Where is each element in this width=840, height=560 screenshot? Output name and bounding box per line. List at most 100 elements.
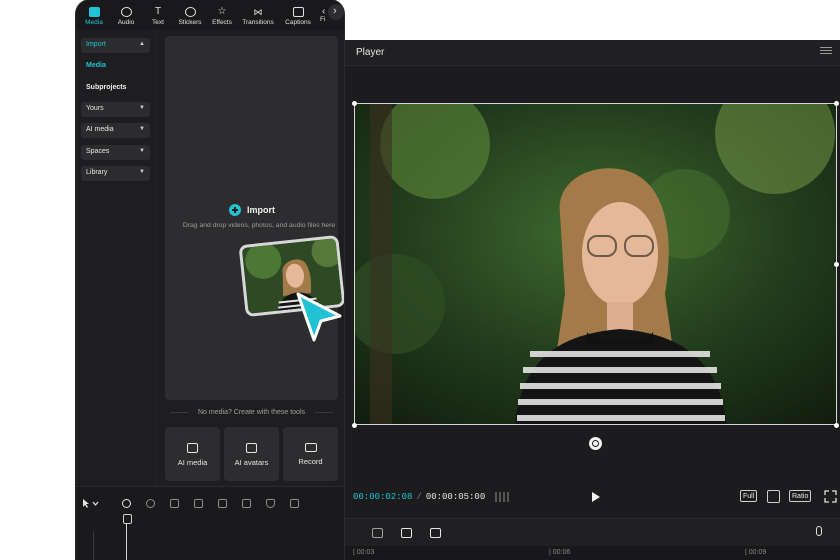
- ruler-mark: | 00:03: [353, 549, 375, 556]
- ai-avatars-tool-button[interactable]: AI avatars: [224, 427, 279, 481]
- tab-audio[interactable]: Audio: [110, 0, 142, 30]
- record-icon: [304, 443, 317, 452]
- microphone-icon[interactable]: [816, 526, 822, 536]
- play-icon[interactable]: [592, 492, 600, 502]
- record-tool-button[interactable]: Record: [283, 427, 338, 481]
- sidebar-item-ai-media[interactable]: AI media ▼: [81, 123, 150, 138]
- delete-icon[interactable]: [242, 499, 251, 508]
- drag-drop-hint: Drag and drop videos, photos, and audio …: [182, 222, 336, 229]
- audio-icon: [120, 7, 132, 17]
- waveform-icon: [495, 492, 512, 502]
- sidebar-item-label: Yours: [86, 105, 104, 112]
- sidebar-item-media[interactable]: Media: [86, 62, 106, 69]
- effects-icon: ☆: [217, 6, 227, 17]
- scroll-tabs-button[interactable]: [328, 4, 344, 20]
- chevron-down-icon: ▼: [139, 148, 145, 154]
- sidebar-item-label: Import: [86, 41, 106, 48]
- media-icon: [88, 7, 100, 17]
- ai-avatar-icon[interactable]: [430, 528, 441, 538]
- tab-media[interactable]: Media: [78, 0, 110, 30]
- playhead[interactable]: [123, 514, 132, 560]
- timeline-toolbar: [76, 486, 344, 560]
- redo-icon[interactable]: [146, 499, 155, 508]
- timeline-toolbar: [343, 518, 840, 546]
- current-time: 00:00:02:08: [353, 492, 413, 502]
- tab-stickers[interactable]: Stickers: [174, 0, 206, 30]
- drag-cursor-icon: [296, 292, 342, 342]
- tab-label: Effects: [212, 19, 232, 26]
- fullscreen-icon[interactable]: [824, 490, 837, 503]
- tool-label: Record: [298, 457, 323, 466]
- total-time: 00:00:05:00: [425, 492, 486, 502]
- shield-icon[interactable]: [266, 499, 275, 508]
- tab-transitions[interactable]: ⋈ Transitions: [238, 0, 278, 30]
- rotate-icon[interactable]: [589, 437, 602, 450]
- tool-label: AI media: [177, 458, 208, 467]
- chevron-down-icon: ▼: [139, 105, 145, 111]
- portrait-frame: [355, 104, 836, 424]
- resize-handle[interactable]: [352, 101, 357, 106]
- sidebar-item-subprojects[interactable]: Subprojects: [86, 84, 126, 91]
- ai-media-icon: [187, 443, 198, 453]
- chevron-down-icon: ▼: [139, 126, 145, 132]
- import-label: Import: [247, 205, 275, 215]
- full-button[interactable]: Full: [740, 490, 758, 502]
- player-title: Player: [356, 47, 385, 58]
- resize-handle[interactable]: [834, 262, 839, 267]
- player-window: Player 00:00:02:08 / 00:00:05:00 Full Ra…: [343, 40, 840, 560]
- stickers-icon: [184, 7, 196, 17]
- tab-label: Stickers: [178, 19, 202, 26]
- split-icon[interactable]: [170, 499, 179, 508]
- video-preview[interactable]: [354, 103, 837, 425]
- chevron-down-icon: ▼: [139, 169, 145, 175]
- magic-wand-icon[interactable]: [401, 528, 412, 538]
- text-icon: T: [154, 6, 162, 17]
- tab-label: Media: [85, 19, 103, 26]
- tab-captions[interactable]: Captions: [278, 0, 318, 30]
- time-separator: /: [416, 492, 422, 502]
- media-sidebar: Import ▲ Media Subprojects Yours ▼ AI me…: [76, 30, 156, 486]
- split-left-icon[interactable]: [194, 499, 203, 508]
- no-media-text: No media? Create with these tools: [198, 408, 305, 416]
- plus-icon: [229, 204, 241, 216]
- tool-label: AI avatars: [234, 458, 269, 467]
- tab-label: Text: [152, 19, 164, 26]
- tab-bar: Media Audio T Text Stickers ☆ Effects ⋈ …: [76, 0, 344, 30]
- tab-filters[interactable]: Fi: [320, 16, 325, 23]
- ratio-button[interactable]: Ratio: [789, 490, 812, 502]
- sidebar-item-yours[interactable]: Yours ▼: [81, 102, 150, 117]
- add-media-icon[interactable]: [290, 499, 299, 508]
- tab-label: Audio: [117, 19, 135, 26]
- hamburger-menu-icon[interactable]: [820, 45, 832, 57]
- resize-handle[interactable]: [352, 423, 357, 428]
- undo-icon[interactable]: [122, 499, 131, 508]
- tab-effects[interactable]: ☆ Effects: [206, 0, 238, 30]
- sidebar-item-import[interactable]: Import ▲: [81, 38, 150, 53]
- chevron-up-icon: ▲: [139, 41, 145, 47]
- tab-text[interactable]: T Text: [142, 0, 174, 30]
- fit-screen-icon[interactable]: [767, 490, 780, 503]
- ai-avatars-icon: [246, 443, 257, 453]
- media-panel: Media Audio T Text Stickers ☆ Effects ⋈ …: [76, 0, 344, 560]
- ai-media-tool-button[interactable]: AI media: [165, 427, 220, 481]
- import-button[interactable]: Import: [229, 204, 275, 216]
- split-right-icon[interactable]: [218, 499, 227, 508]
- no-media-divider: No media? Create with these tools: [165, 406, 338, 418]
- select-cursor-icon[interactable]: [82, 498, 100, 509]
- ruler-mark: | 00:09: [745, 549, 767, 556]
- resize-handle[interactable]: [834, 101, 839, 106]
- sidebar-item-label: AI media: [86, 126, 114, 133]
- sidebar-item-spaces[interactable]: Spaces ▼: [81, 145, 150, 160]
- sidebar-item-label: Library: [86, 169, 108, 176]
- player-header: Player: [343, 40, 840, 66]
- tab-label: Captions: [285, 19, 311, 26]
- ruler-mark: | 00:06: [549, 549, 571, 556]
- caption-icon[interactable]: [372, 528, 383, 538]
- resize-handle[interactable]: [834, 423, 839, 428]
- timeline-ruler: | 00:03 | 00:06 | 00:09: [343, 546, 840, 560]
- sidebar-item-label: Spaces: [86, 148, 110, 155]
- transitions-icon: ⋈: [253, 7, 263, 17]
- captions-icon: [292, 7, 304, 17]
- tab-label: Transitions: [242, 19, 274, 26]
- sidebar-item-library[interactable]: Library ▼: [81, 166, 150, 181]
